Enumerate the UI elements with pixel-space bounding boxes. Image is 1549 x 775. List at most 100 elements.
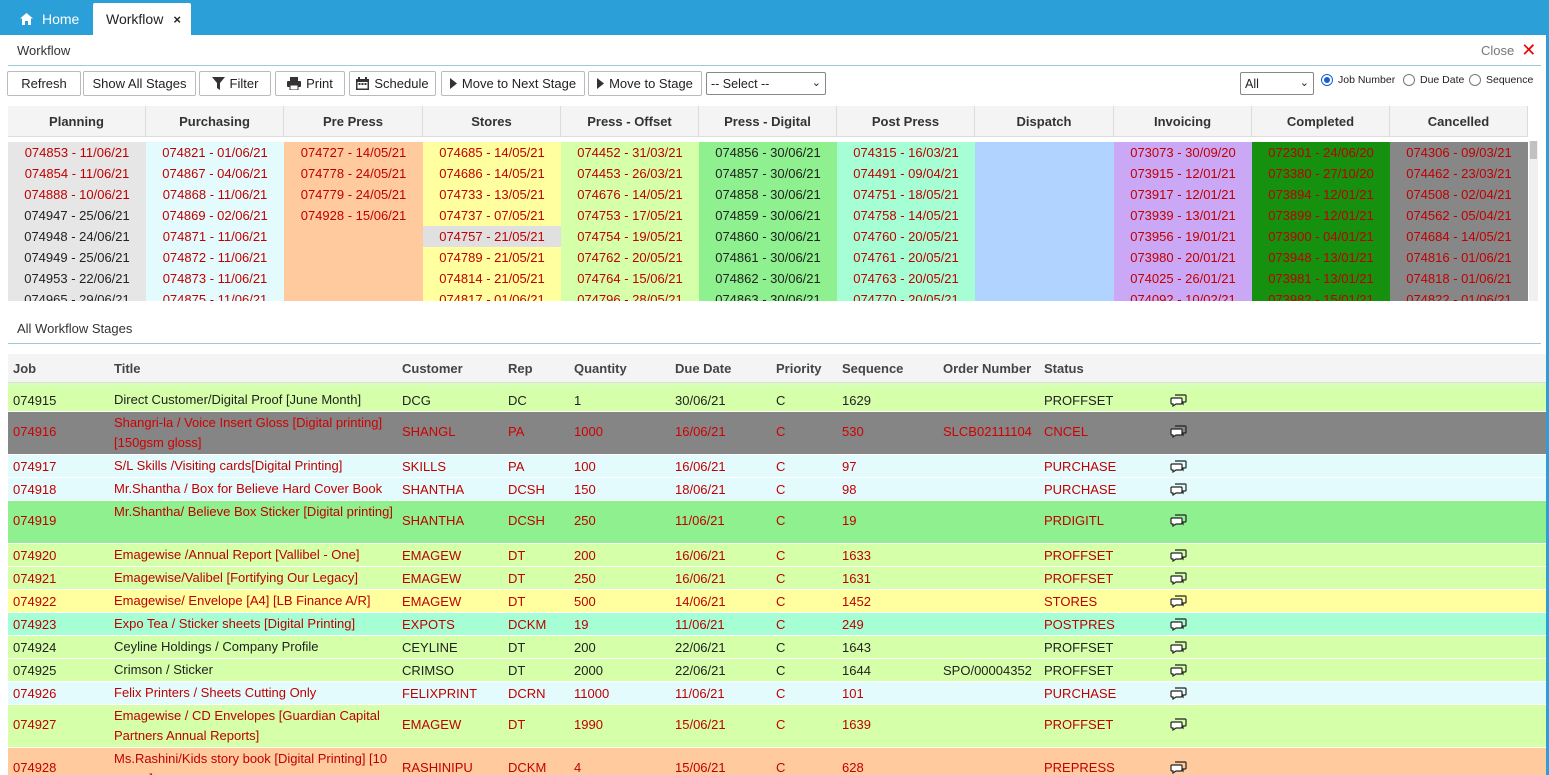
stage-job-item[interactable]: 074452 - 31/03/21 [561, 142, 699, 163]
stage-job-item[interactable]: 074928 - 15/06/21 [284, 205, 423, 226]
stage-header[interactable]: Pre Press [284, 106, 423, 137]
stage-header[interactable]: Press - Offset [561, 106, 699, 137]
stage-job-item[interactable]: 073899 - 12/01/21 [1252, 205, 1390, 226]
tab-home[interactable]: Home [0, 2, 92, 35]
stage-job-item[interactable]: 074863 - 30/06/21 [699, 289, 837, 301]
stage-job-item[interactable]: 074872 - 11/06/21 [146, 247, 284, 268]
stage-job-item[interactable]: 073948 - 13/01/21 [1252, 247, 1390, 268]
comments-icon[interactable] [1170, 549, 1187, 565]
comments-icon[interactable] [1170, 483, 1187, 499]
stage-job-item[interactable]: 074965 - 29/06/21 [8, 289, 146, 301]
stage-job-item[interactable]: 074770 - 20/05/21 [837, 289, 975, 301]
stage-job-item[interactable]: 074857 - 30/06/21 [699, 163, 837, 184]
stage-job-item[interactable]: 074306 - 09/03/21 [1390, 142, 1528, 163]
stage-job-item[interactable]: 074462 - 23/03/21 [1390, 163, 1528, 184]
table-row[interactable]: 074918 Mr.Shantha / Box for Believe Hard … [8, 478, 1546, 501]
stage-header[interactable]: Dispatch [975, 106, 1114, 137]
stage-job-item[interactable]: 074685 - 14/05/21 [423, 142, 561, 163]
comments-icon[interactable] [1170, 761, 1187, 775]
table-row[interactable]: 074916 Shangri-la / Voice Insert Gloss [D… [8, 412, 1546, 455]
comments-icon[interactable] [1170, 618, 1187, 634]
column-header[interactable]: Priority [776, 361, 822, 376]
move-to-stage-button[interactable]: Move to Stage [588, 71, 702, 96]
column-header[interactable]: Rep [508, 361, 533, 376]
stage-job-item[interactable]: 074763 - 20/05/21 [837, 268, 975, 289]
stage-job-item[interactable]: 074862 - 30/06/21 [699, 268, 837, 289]
stage-job-item[interactable]: 073917 - 12/01/21 [1114, 184, 1252, 205]
stage-job-item[interactable]: 074491 - 09/04/21 [837, 163, 975, 184]
stage-job-item[interactable]: 072301 - 24/06/20 [1252, 142, 1390, 163]
stage-job-item[interactable]: 074508 - 02/04/21 [1390, 184, 1528, 205]
column-header[interactable]: Title [114, 361, 141, 376]
stage-header[interactable]: Completed [1252, 106, 1390, 137]
table-row[interactable]: 074926 Felix Printers / Sheets Cutting On… [8, 682, 1546, 705]
stage-job-item[interactable]: 074676 - 14/05/21 [561, 184, 699, 205]
radio-job-number[interactable]: Job Number [1321, 74, 1395, 86]
radio-due-date[interactable]: Due Date [1403, 74, 1464, 86]
stage-job-item[interactable]: 074779 - 24/05/21 [284, 184, 423, 205]
stage-job-item[interactable]: 074764 - 15/06/21 [561, 268, 699, 289]
stage-header[interactable]: Post Press [837, 106, 975, 137]
stage-job-item[interactable]: 074949 - 25/06/21 [8, 247, 146, 268]
stage-job-item[interactable]: 073939 - 13/01/21 [1114, 205, 1252, 226]
scrollbar-thumb[interactable] [1530, 141, 1537, 159]
stage-header[interactable]: Purchasing [146, 106, 284, 137]
stage-job-item[interactable]: 074762 - 20/05/21 [561, 247, 699, 268]
stage-job-item[interactable]: 073915 - 12/01/21 [1114, 163, 1252, 184]
stage-job-item[interactable]: 074757 - 21/05/21 [423, 226, 561, 247]
stage-job-item[interactable]: 074888 - 10/06/21 [8, 184, 146, 205]
radio-button[interactable] [1469, 74, 1481, 86]
column-header[interactable]: Quantity [574, 361, 627, 376]
stage-job-item[interactable]: 074737 - 07/05/21 [423, 205, 561, 226]
stage-job-item[interactable]: 074092 - 10/02/21 [1114, 289, 1252, 301]
comments-icon[interactable] [1170, 394, 1187, 410]
filter-select[interactable]: All ⌄ [1240, 72, 1314, 95]
stage-job-item[interactable]: 074947 - 25/06/21 [8, 205, 146, 226]
stage-job-item[interactable]: 073073 - 30/09/20 [1114, 142, 1252, 163]
stage-job-item[interactable]: 074315 - 16/03/21 [837, 142, 975, 163]
schedule-button[interactable]: Schedule [349, 71, 436, 96]
table-row[interactable]: 074923 Expo Tea / Sticker sheets [Digital… [8, 613, 1546, 636]
stage-job-item[interactable]: 074856 - 30/06/21 [699, 142, 837, 163]
table-row[interactable]: 074927 Emagewise / CD Envelopes [Guardian… [8, 705, 1546, 748]
comments-icon[interactable] [1170, 460, 1187, 476]
stage-job-item[interactable]: 074753 - 17/05/21 [561, 205, 699, 226]
stage-job-item[interactable]: 073380 - 27/10/20 [1252, 163, 1390, 184]
column-header[interactable]: Job [13, 361, 36, 376]
stage-job-item[interactable]: 074861 - 30/06/21 [699, 247, 837, 268]
stage-job-item[interactable]: 074822 - 01/06/21 [1390, 289, 1528, 301]
column-header[interactable]: Due Date [675, 361, 731, 376]
stage-job-item[interactable]: 074727 - 14/05/21 [284, 142, 423, 163]
move-next-stage-button[interactable]: Move to Next Stage [441, 71, 585, 96]
stage-job-item[interactable]: 074858 - 30/06/21 [699, 184, 837, 205]
stage-job-item[interactable]: 074859 - 30/06/21 [699, 205, 837, 226]
stage-job-item[interactable]: 074686 - 14/05/21 [423, 163, 561, 184]
stage-job-item[interactable]: 074025 - 26/01/21 [1114, 268, 1252, 289]
close-button[interactable]: Close ✕ [1481, 41, 1536, 59]
filter-button[interactable]: Filter [199, 71, 271, 96]
comments-icon[interactable] [1170, 718, 1187, 734]
comments-icon[interactable] [1170, 425, 1187, 441]
stage-job-item[interactable]: 074684 - 14/05/21 [1390, 226, 1528, 247]
stage-job-item[interactable]: 074761 - 20/05/21 [837, 247, 975, 268]
table-row[interactable]: 074922 Emagewise/ Envelope [A4] [LB Finan… [8, 590, 1546, 613]
table-row[interactable]: 074917 S/L Skills /Visiting cards[Digital… [8, 455, 1546, 478]
table-row[interactable]: 074915 Direct Customer/Digital Proof [Jun… [8, 389, 1546, 412]
comments-icon[interactable] [1170, 572, 1187, 588]
table-row[interactable]: 074920 Emagewise /Annual Report [Vallibel… [8, 544, 1546, 567]
stage-job-item[interactable]: 074818 - 01/06/21 [1390, 268, 1528, 289]
stage-job-item[interactable]: 074817 - 01/06/21 [423, 289, 561, 301]
stage-job-item[interactable]: 074760 - 20/05/21 [837, 226, 975, 247]
stage-job-item[interactable]: 073980 - 20/01/21 [1114, 247, 1252, 268]
stage-job-item[interactable]: 074816 - 01/06/21 [1390, 247, 1528, 268]
stage-job-item[interactable]: 074948 - 24/06/21 [8, 226, 146, 247]
stage-job-item[interactable]: 073900 - 04/01/21 [1252, 226, 1390, 247]
stage-job-item[interactable]: 074733 - 13/05/21 [423, 184, 561, 205]
stage-job-item[interactable]: 074751 - 18/05/21 [837, 184, 975, 205]
stage-job-item[interactable]: 074758 - 14/05/21 [837, 205, 975, 226]
tab-close-icon[interactable]: × [173, 12, 181, 27]
stage-job-item[interactable]: 074562 - 05/04/21 [1390, 205, 1528, 226]
comments-icon[interactable] [1170, 664, 1187, 680]
stage-header[interactable]: Invoicing [1114, 106, 1252, 137]
comments-icon[interactable] [1170, 687, 1187, 703]
